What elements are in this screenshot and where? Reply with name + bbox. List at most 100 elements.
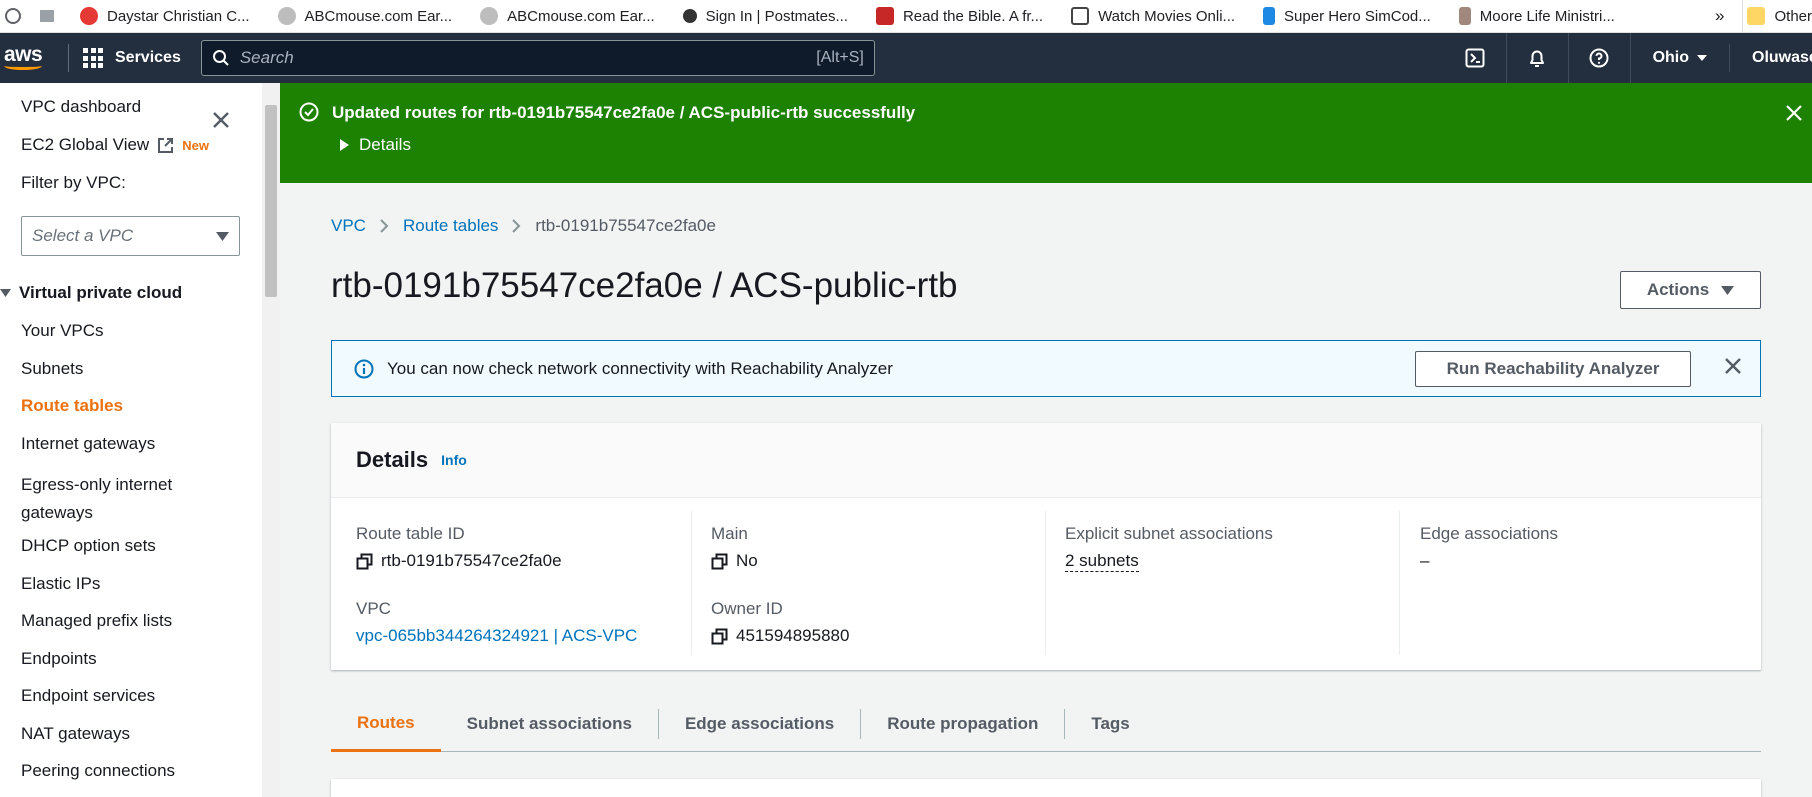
sidebar-scrollbar[interactable] <box>262 83 280 797</box>
bible-favicon <box>875 7 894 25</box>
tab-tags[interactable]: Tags <box>1064 709 1155 739</box>
search-placeholder: Search <box>239 48 294 67</box>
abcmouse-favicon <box>480 7 499 25</box>
chevron-right-icon <box>512 219 521 233</box>
run-reachability-analyzer-button[interactable]: Run Reachability Analyzer <box>1415 351 1691 387</box>
breadcrumb-current: rtb-0191b75547ce2fa0e <box>535 216 716 235</box>
sidebar-item-endpoints[interactable]: Endpoints <box>21 649 97 669</box>
breadcrumb-vpc[interactable]: VPC <box>331 216 366 236</box>
main-value: No <box>711 551 758 571</box>
bookmark-item[interactable]: Daystar Christian C... <box>66 0 264 32</box>
cloudshell-button[interactable] <box>1445 33 1507 83</box>
aws-logo[interactable]: aws <box>0 33 54 83</box>
services-menu-button[interactable]: Services <box>83 48 201 68</box>
close-icon <box>213 112 229 128</box>
tab-subnet-associations[interactable]: Subnet associations <box>441 709 658 739</box>
search-input[interactable]: Search [Alt+S] <box>200 40 875 76</box>
sidebar-item-elastic-ips[interactable]: Elastic IPs <box>21 574 100 594</box>
caret-down-icon <box>216 231 229 241</box>
bookmark-label: ABCmouse.com Ear... <box>507 7 655 25</box>
services-label: Services <box>115 49 181 66</box>
main-label: Main <box>711 524 748 543</box>
breadcrumb: VPC Route tables rtb-0191b75547ce2fa0e <box>331 216 716 236</box>
bookmark-item[interactable]: Sign In | Postmates... <box>669 0 862 32</box>
bookmark-item[interactable]: ABCmouse.com Ear... <box>264 0 467 32</box>
moore-favicon <box>1458 7 1471 25</box>
subnets-count-link[interactable]: 2 subnets <box>1065 551 1139 572</box>
route-table-id-text: rtb-0191b75547ce2fa0e <box>381 551 562 570</box>
caret-down-icon <box>1697 55 1707 61</box>
copy-icon[interactable] <box>356 553 373 570</box>
bookmark-icon-page[interactable] <box>28 0 66 32</box>
caret-down-icon <box>1721 285 1735 295</box>
main-content: Updated routes for rtb-0191b75547ce2fa0e… <box>280 83 1812 797</box>
explicit-subnet-associations-value[interactable]: 2 subnets <box>1065 551 1139 572</box>
cloudshell-icon <box>1465 48 1485 68</box>
main-text: No <box>736 551 758 570</box>
actions-button[interactable]: Actions <box>1620 271 1761 309</box>
scrollbar-thumb[interactable] <box>265 105 277 297</box>
region-label: Ohio <box>1652 49 1689 66</box>
sidebar-item-peering-connections[interactable]: Peering connections <box>21 761 175 781</box>
close-icon[interactable] <box>1785 104 1803 122</box>
sidebar-item-managed-prefix-lists[interactable]: Managed prefix lists <box>21 611 172 631</box>
sidebar-item-your-vpcs[interactable]: Your VPCs <box>21 321 104 341</box>
account-menu[interactable]: Oluwase <box>1730 49 1812 67</box>
vpc-link[interactable]: vpc-065bb344264324921 | ACS-VPC <box>356 626 637 646</box>
bookmark-item[interactable]: ABCmouse.com Ear... <box>466 0 669 32</box>
close-sidebar-button[interactable] <box>212 111 230 134</box>
tab-routes[interactable]: Routes <box>331 697 441 752</box>
column-divider <box>691 511 692 655</box>
sidebar-item-subnets[interactable]: Subnets <box>21 359 83 379</box>
bookmark-label: Watch Movies Onli... <box>1098 7 1236 25</box>
copy-icon[interactable] <box>711 628 728 645</box>
copy-icon[interactable] <box>711 553 728 570</box>
sidebar-item-ec2-global-view[interactable]: EC2 Global View New <box>21 135 209 155</box>
more-bookmarks-button[interactable]: » <box>1697 0 1742 32</box>
vpc-filter-select[interactable]: Select a VPC <box>21 216 240 256</box>
tab-edge-associations[interactable]: Edge associations <box>657 709 860 739</box>
postmates-favicon <box>682 9 697 23</box>
region-selector[interactable]: Ohio <box>1631 44 1730 72</box>
bookmark-item[interactable]: Read the Bible. A fr... <box>862 0 1057 32</box>
other-bookmarks[interactable]: Other <box>1742 0 1812 32</box>
bookmark-item[interactable]: Moore Life Ministri... <box>1445 0 1629 32</box>
bookmark-item[interactable]: Watch Movies Onli... <box>1057 0 1249 32</box>
sidebar-item-nat-gateways[interactable]: NAT gateways <box>21 724 130 744</box>
breadcrumb-route-tables[interactable]: Route tables <box>403 216 498 236</box>
apps-icon[interactable] <box>0 0 28 32</box>
sidebar-item-egress-only-gateways[interactable]: Egress-only internet gateways <box>21 471 211 527</box>
details-title: Details <box>356 447 429 472</box>
tab-route-propagation[interactable]: Route propagation <box>860 709 1064 739</box>
close-icon[interactable] <box>1724 357 1742 375</box>
column-divider <box>1399 511 1400 655</box>
bookmark-label: Super Hero SimCod... <box>1284 7 1431 25</box>
new-badge: New <box>182 137 209 153</box>
sidebar-item-endpoint-services[interactable]: Endpoint services <box>21 686 155 706</box>
sidebar-item-internet-gateways[interactable]: Internet gateways <box>21 434 155 454</box>
daystar-favicon <box>80 7 98 25</box>
caret-right-icon <box>340 139 349 151</box>
aws-smile-icon <box>4 62 42 70</box>
flash-details-toggle[interactable]: Details <box>340 135 411 155</box>
ec2-global-label: EC2 Global View <box>21 135 150 154</box>
edge-associations-value: – <box>1420 551 1430 570</box>
bookmark-label: Moore Life Ministri... <box>1479 7 1615 25</box>
vpc-label: VPC <box>356 599 391 618</box>
bell-icon <box>1530 50 1545 67</box>
bookmarks-bar: Daystar Christian C... ABCmouse.com Ear.… <box>0 0 1812 33</box>
section-virtual-private-cloud[interactable]: Virtual private cloud <box>0 283 182 303</box>
bookmark-item[interactable]: Super Hero SimCod... <box>1249 0 1445 32</box>
notifications-button[interactable] <box>1507 33 1569 83</box>
explicit-subnet-associations-label: Explicit subnet associations <box>1065 524 1273 543</box>
route-table-tabs: Routes Subnet associations Edge associat… <box>331 697 1761 752</box>
folder-icon <box>1747 7 1766 25</box>
sidebar-item-route-tables[interactable]: Route tables <box>21 396 123 416</box>
help-button[interactable] <box>1569 33 1631 83</box>
route-table-id-value: rtb-0191b75547ce2fa0e <box>356 551 562 571</box>
sidebar-item-vpc-dashboard[interactable]: VPC dashboard <box>21 97 141 117</box>
info-link[interactable]: Info <box>441 452 467 468</box>
sidebar-item-dhcp-option-sets[interactable]: DHCP option sets <box>21 536 156 556</box>
chevron-right-icon <box>380 219 389 233</box>
owner-id-label: Owner ID <box>711 599 783 618</box>
